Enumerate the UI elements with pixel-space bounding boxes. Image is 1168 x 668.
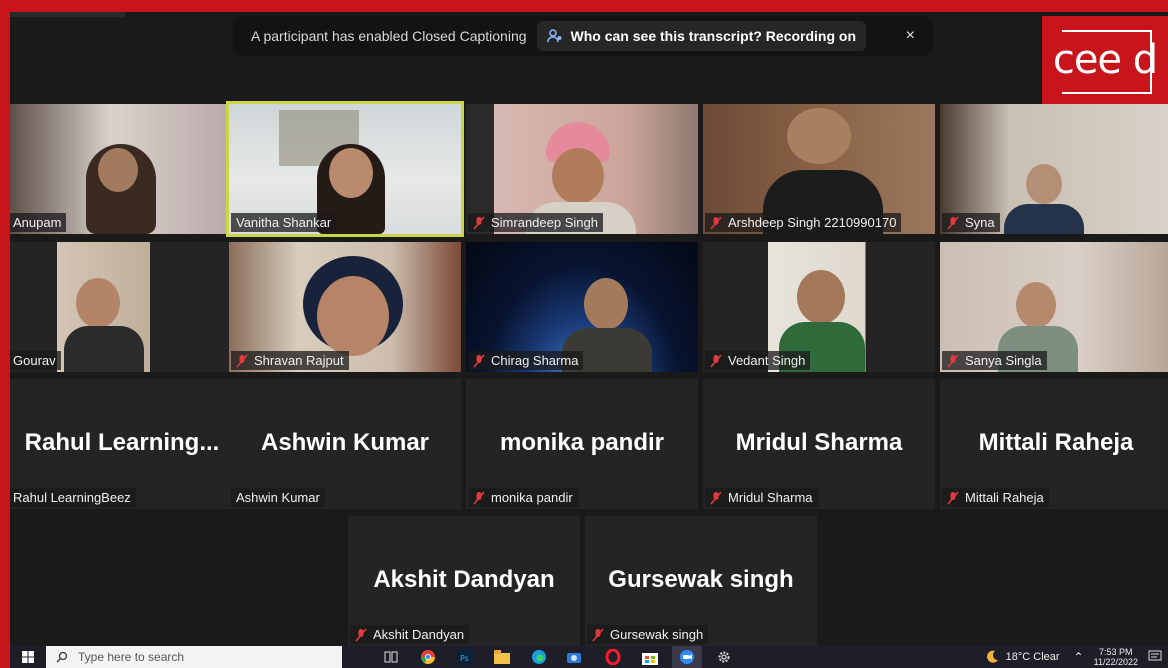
- participant-name: Mridul Sharma: [705, 488, 818, 507]
- search-placeholder: Type here to search: [78, 650, 185, 664]
- opera-icon[interactable]: [598, 646, 628, 668]
- participant-tile-ashwin[interactable]: Ashwin Kumar Ashwin Kumar: [229, 379, 461, 509]
- camera-app-icon[interactable]: [561, 646, 591, 668]
- brand-logo: cee d: [1042, 16, 1168, 104]
- task-view-icon[interactable]: [376, 646, 406, 668]
- windows-logo-icon: [22, 651, 34, 663]
- muted-mic-icon: [473, 215, 485, 230]
- participant-tile-akshit[interactable]: Akshit Dandyan Akshit Dandyan: [348, 516, 580, 646]
- muted-mic-icon: [236, 353, 248, 368]
- participant-tile-chirag[interactable]: Chirag Sharma: [466, 242, 698, 372]
- moon-icon: [986, 650, 998, 663]
- participant-display-name: Rahul Learning...: [24, 429, 220, 456]
- muted-mic-icon: [473, 353, 485, 368]
- participant-display-name: Gursewak singh: [608, 566, 794, 593]
- weather-text: 18°C Clear: [1005, 651, 1060, 663]
- settings-gear-icon[interactable]: [709, 646, 739, 668]
- participant-tile-vedant[interactable]: Vedant Singh: [703, 242, 935, 372]
- participant-name: Akshit Dandyan: [350, 625, 470, 644]
- muted-mic-icon: [710, 215, 722, 230]
- participant-name: Simrandeep Singh: [468, 213, 603, 232]
- caption-banner: A participant has enabled Closed Caption…: [233, 16, 933, 56]
- muted-mic-icon: [710, 490, 722, 505]
- edge-icon[interactable]: [524, 646, 554, 668]
- participant-name: Gourav: [10, 351, 61, 370]
- person-info-icon: [546, 28, 563, 44]
- store-icon[interactable]: [635, 646, 665, 668]
- weather-widget[interactable]: 18°C Clear: [984, 649, 1060, 665]
- clock[interactable]: 7:53 PM 11/22/2022: [1094, 647, 1138, 667]
- participant-display-name: Mridul Sharma: [735, 429, 903, 456]
- file-explorer-icon[interactable]: [487, 646, 517, 668]
- muted-mic-icon: [355, 627, 367, 642]
- system-tray: 18°C Clear ⌃ 7:53 PM 11/22/2022: [984, 647, 1168, 667]
- participant-name: Rahul LearningBeez: [10, 488, 136, 507]
- participant-name: Chirag Sharma: [468, 351, 584, 370]
- chrome-icon[interactable]: [413, 646, 443, 668]
- close-banner-button[interactable]: ×: [906, 27, 915, 45]
- participant-display-name: monika pandir: [499, 429, 665, 456]
- participant-display-name: Ashwin Kumar: [260, 429, 430, 456]
- participant-tile-shravan[interactable]: Shravan Rajput: [229, 242, 461, 372]
- muted-mic-icon: [592, 627, 604, 642]
- participant-name: monika pandir: [468, 488, 578, 507]
- chevron-up-icon[interactable]: ⌃: [1074, 650, 1084, 664]
- participant-name: Gursewak singh: [587, 625, 709, 644]
- clock-time: 7:53 PM: [1099, 647, 1133, 657]
- participant-tile-vanitha[interactable]: Vanitha Shankar: [226, 101, 464, 237]
- muted-mic-icon: [473, 490, 485, 505]
- participant-tile-mittali[interactable]: Mittali Raheja Mittali Raheja: [940, 379, 1168, 509]
- notification-icon[interactable]: [1148, 650, 1162, 665]
- participant-tile-anupam[interactable]: Anupam: [10, 104, 238, 234]
- participant-display-name: Mittali Raheja: [978, 429, 1134, 456]
- muted-mic-icon: [947, 490, 959, 505]
- participant-name: Ashwin Kumar: [231, 488, 325, 507]
- transcript-info-label: Who can see this transcript? Recording o…: [570, 28, 857, 44]
- participant-name: Arshdeep Singh 2210990170: [705, 213, 902, 232]
- participant-tile-gourav[interactable]: Gourav: [10, 242, 238, 372]
- svg-text:Ps: Ps: [460, 654, 469, 663]
- transcript-info-button[interactable]: Who can see this transcript? Recording o…: [536, 21, 867, 51]
- participant-tile-monika[interactable]: monika pandir monika pandir: [466, 379, 698, 509]
- search-icon: [56, 651, 68, 663]
- participant-display-name: Akshit Dandyan: [373, 566, 555, 593]
- muted-mic-icon: [947, 353, 959, 368]
- participant-name: Shravan Rajput: [231, 351, 349, 370]
- start-button[interactable]: [10, 651, 46, 663]
- clock-date: 11/22/2022: [1093, 657, 1138, 667]
- taskbar-search-box[interactable]: Type here to search: [46, 646, 342, 668]
- logo-text: cee d: [1052, 37, 1158, 83]
- windows-taskbar: Type here to search Ps 18°C Clear ⌃ 7:53…: [10, 646, 1168, 668]
- participant-tile-arshdeep[interactable]: Arshdeep Singh 2210990170: [703, 104, 935, 234]
- participant-tile-sanya[interactable]: Sanya Singla: [940, 242, 1168, 372]
- participant-name: Syna: [942, 213, 1000, 232]
- zoom-icon[interactable]: [672, 646, 702, 668]
- participant-tile-gursewak[interactable]: Gursewak singh Gursewak singh: [585, 516, 817, 646]
- participant-tile-simrandeep[interactable]: Simrandeep Singh: [466, 104, 698, 234]
- participant-tile-mridul[interactable]: Mridul Sharma Mridul Sharma: [703, 379, 935, 509]
- photoshop-icon[interactable]: Ps: [450, 646, 480, 668]
- participant-tile-syna[interactable]: Syna: [940, 104, 1168, 234]
- participant-tile-rahul[interactable]: Rahul Learning... Rahul LearningBeez: [10, 379, 238, 509]
- participant-name: Sanya Singla: [942, 351, 1047, 370]
- muted-mic-icon: [710, 353, 722, 368]
- participant-name: Anupam: [10, 213, 67, 232]
- caption-message: A participant has enabled Closed Caption…: [251, 28, 527, 44]
- window-edge: [10, 12, 125, 17]
- zoom-meeting-window: A participant has enabled Closed Caption…: [10, 12, 1168, 668]
- participant-name: Mittali Raheja: [942, 488, 1049, 507]
- muted-mic-icon: [947, 215, 959, 230]
- participant-name: Vanitha Shankar: [231, 213, 337, 232]
- participant-name: Vedant Singh: [705, 351, 811, 370]
